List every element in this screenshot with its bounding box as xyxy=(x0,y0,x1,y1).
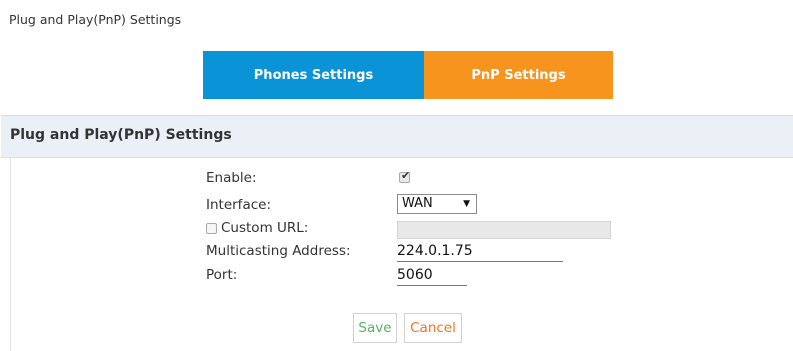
page-title: Plug and Play(PnP) Settings xyxy=(9,12,182,27)
settings-tabs: Phones Settings PnP Settings xyxy=(203,51,613,99)
panel-header: Plug and Play(PnP) Settings xyxy=(1,115,793,158)
port-input[interactable]: 5060 xyxy=(397,266,467,286)
interface-select-value: WAN xyxy=(402,196,433,211)
interface-label: Interface: xyxy=(206,197,271,213)
tab-pnp-settings[interactable]: PnP Settings xyxy=(424,51,613,99)
dropdown-arrow-icon: ▼ xyxy=(463,199,470,209)
enable-label: Enable: xyxy=(206,170,257,186)
cancel-button[interactable]: Cancel xyxy=(404,313,462,343)
checkmark-icon: ✔ xyxy=(401,169,411,182)
custom-url-label: Custom URL: xyxy=(221,220,309,236)
save-button[interactable]: Save xyxy=(353,313,397,343)
panel-title: Plug and Play(PnP) Settings xyxy=(10,127,232,143)
enable-checkbox[interactable]: ✔ xyxy=(399,169,411,183)
multicasting-address-label: Multicasting Address: xyxy=(206,243,351,259)
interface-select[interactable]: WAN ▼ xyxy=(397,194,477,214)
pnp-settings-panel: Plug and Play(PnP) Settings Enable: ✔ In… xyxy=(1,115,793,351)
port-label: Port: xyxy=(206,267,238,283)
custom-url-checkbox[interactable] xyxy=(206,223,217,234)
multicasting-address-input[interactable]: 224.0.1.75 xyxy=(397,242,563,262)
tab-phones-settings[interactable]: Phones Settings xyxy=(203,51,424,99)
custom-url-input[interactable] xyxy=(397,221,611,239)
